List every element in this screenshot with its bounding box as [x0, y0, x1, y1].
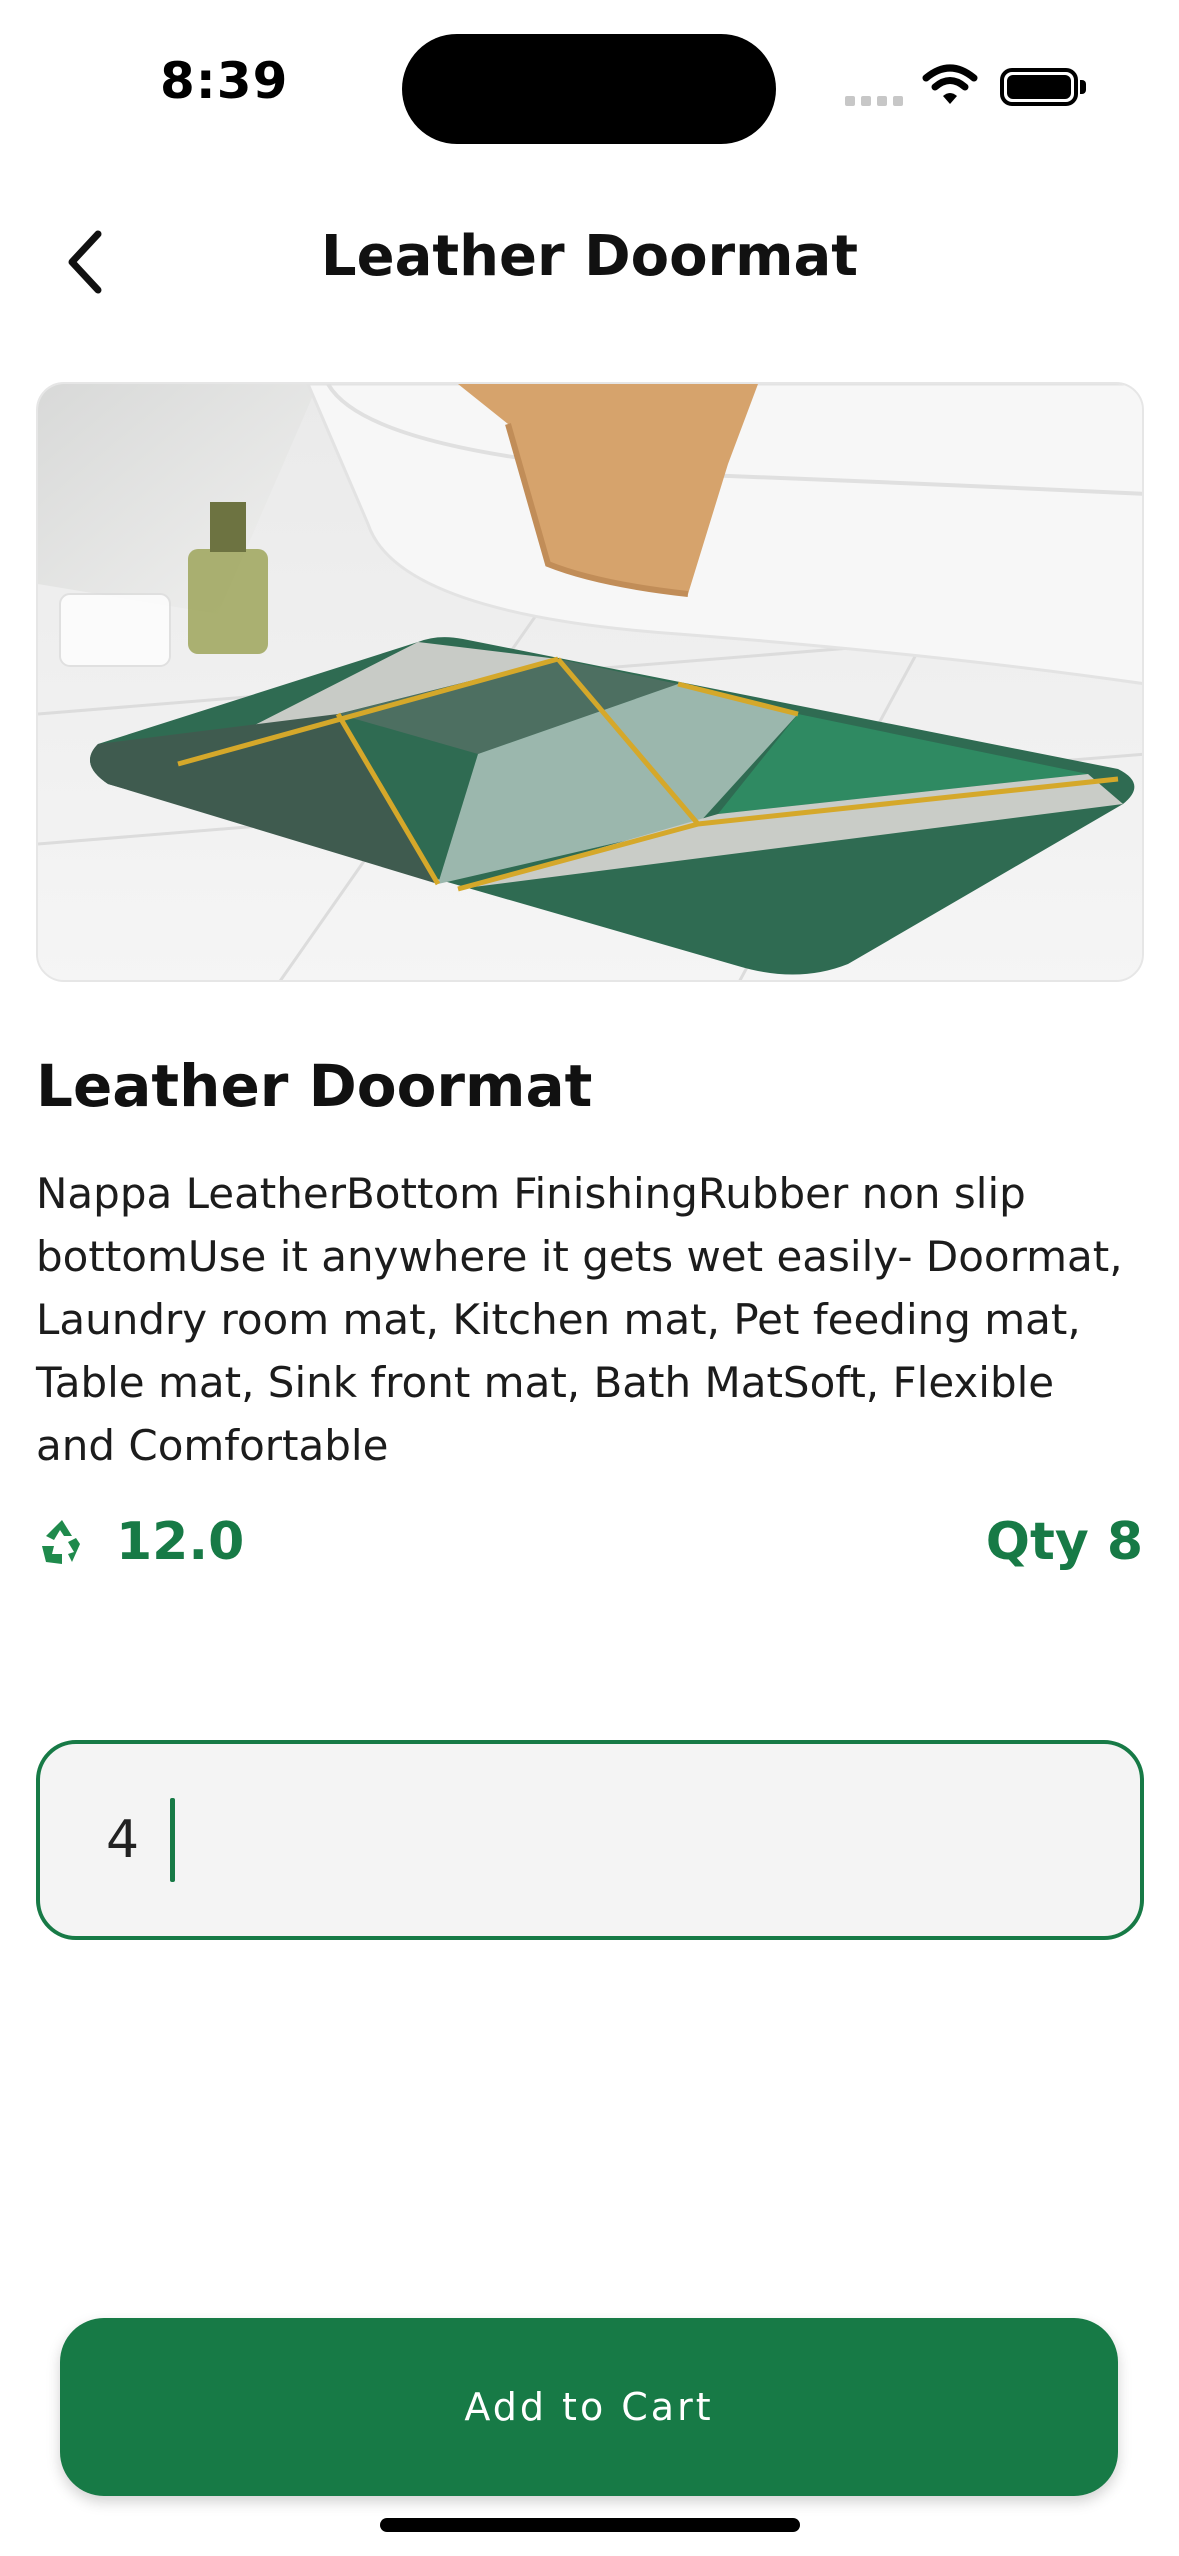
text-caret [170, 1798, 175, 1882]
add-to-cart-button[interactable]: Add to Cart [60, 2318, 1118, 2496]
quantity-input[interactable] [40, 1744, 1140, 1936]
recycle-icon [42, 1520, 80, 1564]
dynamic-island [402, 34, 776, 144]
battery-icon [1000, 68, 1078, 106]
points-row: 12.0 [36, 1512, 244, 1572]
product-description: Nappa LeatherBottom FinishingRubber non … [36, 1169, 1123, 1470]
quantity-field[interactable] [36, 1740, 1144, 1940]
page-title: Leather Doormat [320, 224, 859, 289]
doormat-illustration [38, 384, 1142, 980]
product-title: Leather Doormat [36, 1052, 593, 1120]
status-time: 8:39 [160, 52, 289, 110]
available-quantity: Qty 8 [985, 1512, 1143, 1572]
product-detail-screen: 8:39 Leather Doormat Leather Doormat Nap… [0, 0, 1179, 2556]
product-image [36, 382, 1144, 982]
wifi-icon [922, 64, 978, 104]
points-value: 12.0 [116, 1512, 245, 1572]
home-indicator[interactable] [380, 2518, 800, 2532]
cellular-signal-icon [845, 96, 903, 106]
